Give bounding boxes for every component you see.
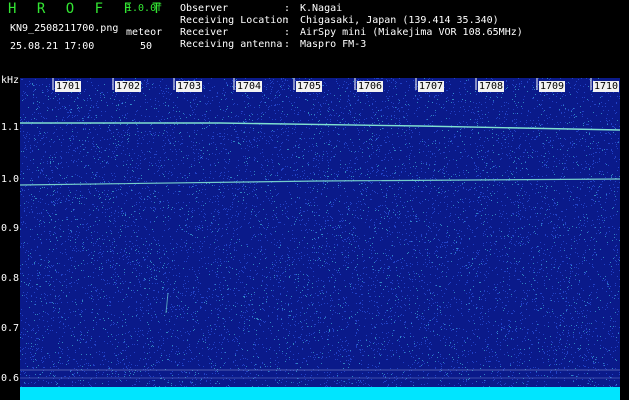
info-separator: : — [284, 15, 291, 26]
y-axis-unit: kHz — [1, 75, 20, 86]
version-label: 1.0.0f — [126, 3, 163, 14]
minute-label: 1709 — [539, 81, 566, 92]
y-tick-label: 1.0 — [1, 174, 20, 185]
filename-label: KN9_2508211700.png — [10, 23, 119, 34]
minute-label: 1702 — [115, 81, 142, 92]
info-value: K.Nagai — [300, 3, 343, 14]
y-tick-label: 0.6 — [1, 373, 20, 384]
spectrogram-svg — [20, 78, 620, 400]
info-row-antenna: Receiving antenna: Maspro FM-3 — [180, 39, 523, 51]
minute-label: 1704 — [236, 81, 263, 92]
signal-strength-bar — [20, 387, 620, 400]
header-panel: H R O F F T 1.0.0f KN9_2508211700.png me… — [0, 0, 629, 74]
y-tick-label: 1.1 — [1, 122, 20, 133]
minute-label: 1705 — [296, 81, 323, 92]
minute-label: 1707 — [418, 81, 445, 92]
info-row-receiver: Receiver: AirSpy mini (Miakejima VOR 108.… — [180, 27, 523, 39]
info-key: Receiving antenna — [180, 39, 283, 50]
info-value: Maspro FM-3 — [300, 39, 367, 50]
y-tick-label: 0.9 — [1, 223, 20, 234]
info-key: Observer — [180, 3, 229, 14]
info-separator: : — [284, 39, 291, 50]
minute-label: 1701 — [55, 81, 82, 92]
observation-info: Observer: K.Nagai Receiving Location: Chig… — [180, 3, 523, 51]
info-value: Chigasaki, Japan (139.414 35.340) — [300, 15, 499, 26]
count-label: 50 — [140, 41, 153, 52]
y-tick-label: 0.8 — [1, 273, 20, 284]
spectrogram-background — [20, 78, 620, 400]
minute-label: 1703 — [176, 81, 203, 92]
info-separator: : — [284, 27, 291, 38]
info-value: AirSpy mini (Miakejima VOR 108.65MHz) — [300, 27, 523, 38]
datetime-label: 25.08.21 17:00 — [10, 41, 95, 52]
minute-label: 1708 — [478, 81, 505, 92]
info-row-location: Receiving Location: Chigasaki, Japan (139… — [180, 15, 523, 27]
y-tick-label: 0.7 — [1, 323, 20, 334]
info-row-observer: Observer: K.Nagai — [180, 3, 523, 15]
minute-label: 1710 — [593, 81, 620, 92]
mode-label: meteor — [126, 27, 163, 38]
info-key: Receiver — [180, 27, 229, 38]
info-separator: : — [284, 3, 291, 14]
info-key: Receiving Location — [180, 15, 289, 26]
minute-label: 1706 — [357, 81, 384, 92]
spectrogram-plot — [20, 78, 620, 400]
